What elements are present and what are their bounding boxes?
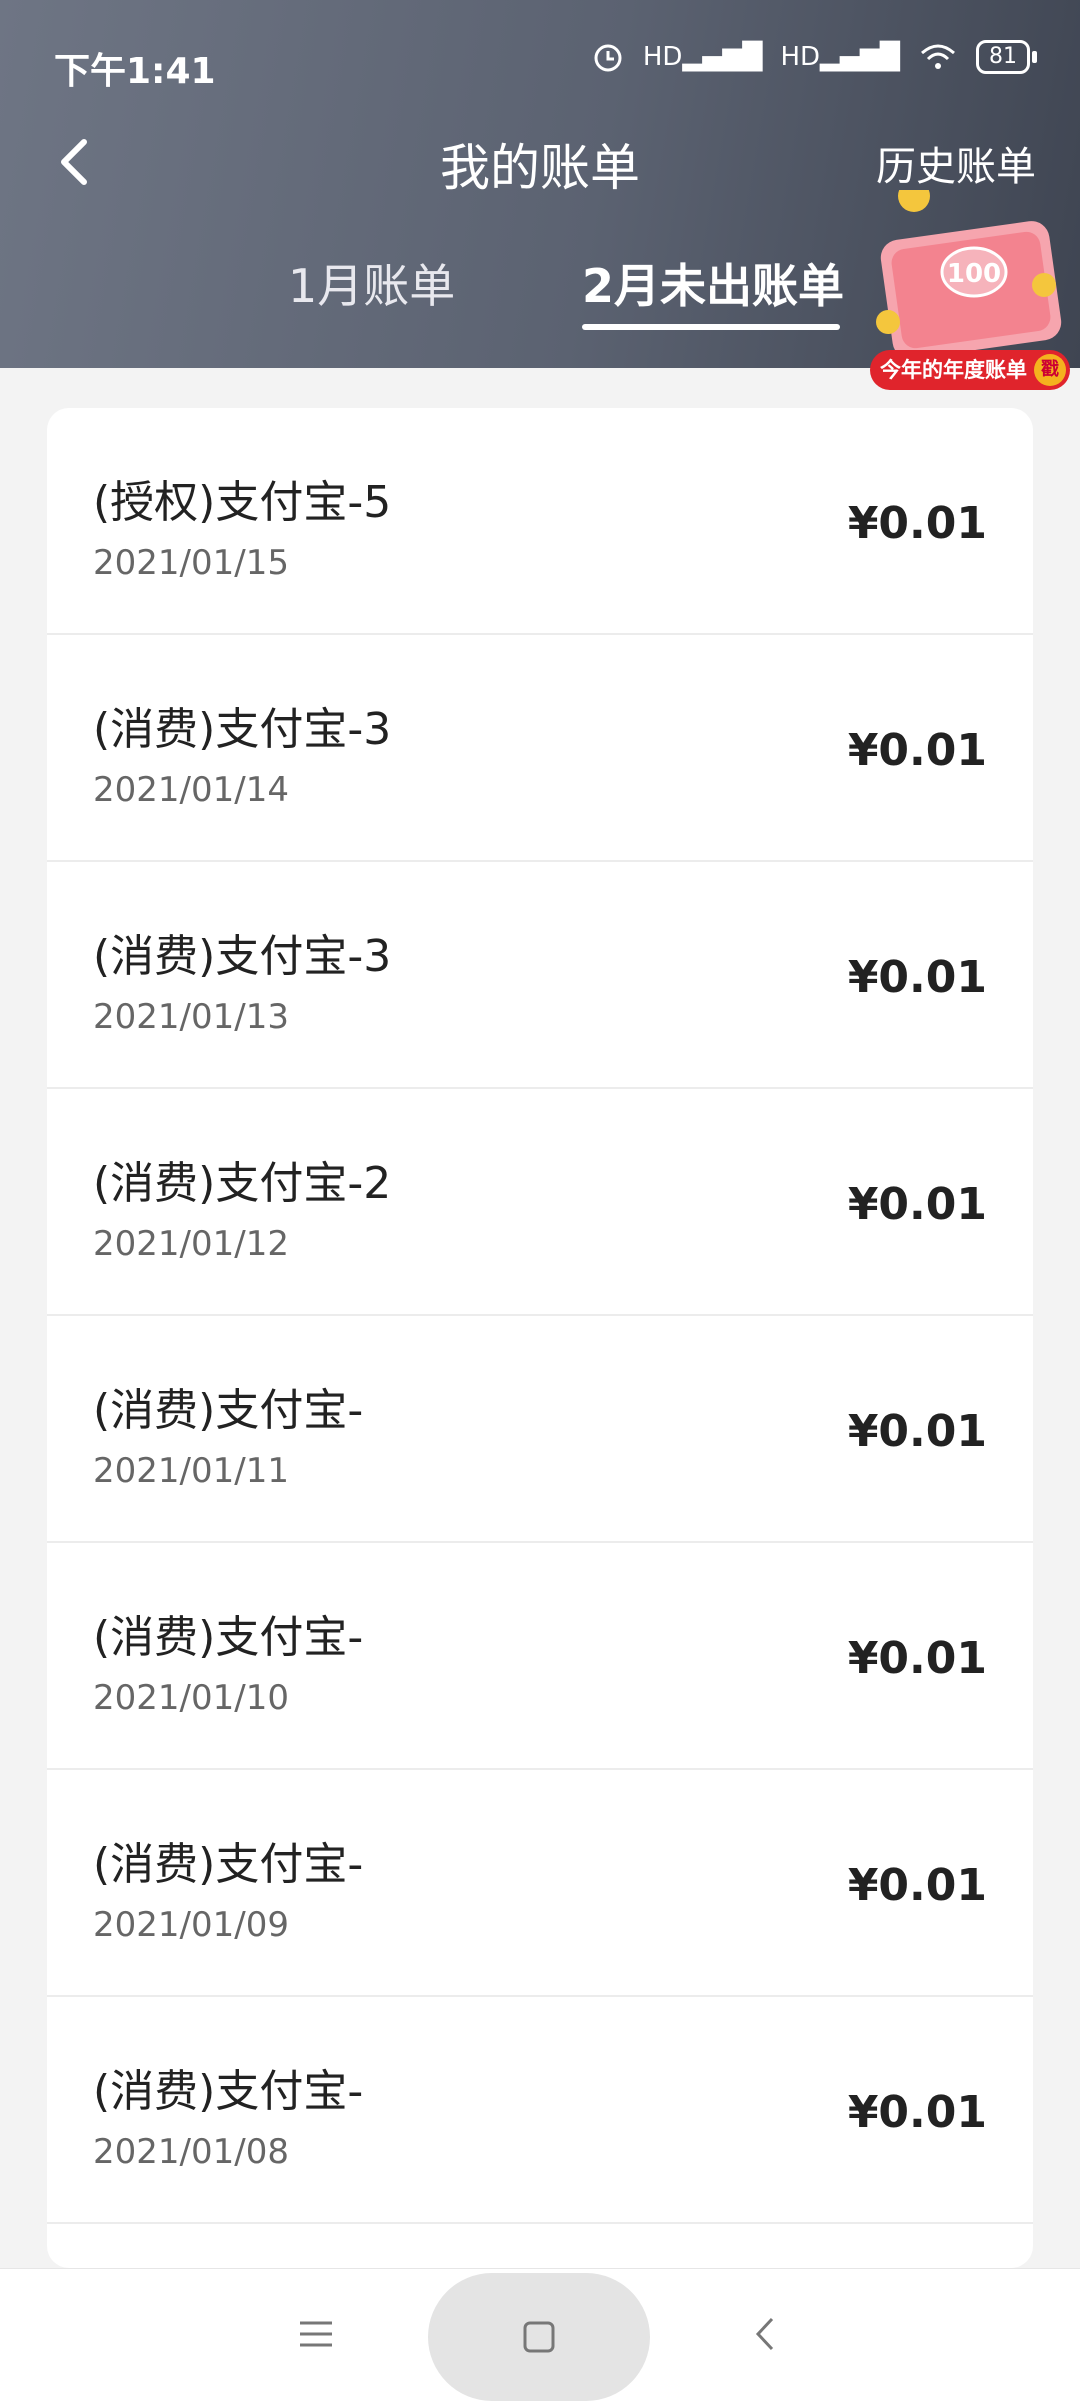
transaction-date: 2021/01/12	[93, 1224, 289, 1264]
transaction-list: (授权)支付宝-5 2021/01/15 ¥0.01 (消费)支付宝-3 202…	[47, 408, 1033, 2268]
tab-january-bill[interactable]: 1月账单	[288, 250, 455, 316]
banner-amount: 100	[947, 259, 1001, 289]
signal-icon: HD▂▄▆█	[642, 42, 763, 72]
transaction-amount: ¥0.01	[847, 725, 987, 776]
signal-hd-label: HD	[642, 42, 683, 72]
signal-icon: HD▂▄▆█	[780, 42, 900, 72]
transaction-amount: ¥0.01	[847, 1860, 987, 1911]
nav-back-icon[interactable]	[736, 2309, 796, 2359]
transaction-row[interactable]: (消费)支付宝- 2021/01/11 ¥0.01	[47, 1316, 1033, 1543]
active-tab-indicator	[582, 324, 840, 330]
battery-indicator: 81	[976, 40, 1037, 74]
menu-icon[interactable]	[286, 2309, 346, 2359]
transaction-title: (消费)支付宝-	[93, 1385, 364, 1436]
annual-bill-poke: 戳	[1034, 354, 1066, 386]
transaction-date: 2021/01/10	[93, 1678, 289, 1718]
transaction-row[interactable]: (消费)支付宝- 2021/01/08 ¥0.01	[47, 1997, 1033, 2224]
transaction-title: (授权)支付宝-5	[93, 477, 392, 528]
transaction-title: (消费)支付宝-	[93, 2066, 364, 2117]
status-time: 下午1:41	[54, 51, 216, 92]
transaction-amount: ¥0.01	[847, 1633, 987, 1684]
transaction-date: 2021/01/08	[93, 2132, 289, 2172]
transaction-amount: ¥0.01	[847, 1179, 987, 1230]
transaction-amount: ¥0.01	[847, 498, 987, 549]
transaction-row[interactable]: (消费)支付宝- 2021/01/10 ¥0.01	[47, 1543, 1033, 1770]
transaction-date: 2021/01/09	[93, 1905, 289, 1945]
wifi-icon	[921, 44, 955, 69]
annual-bill-label: 今年的年度账单	[880, 358, 1027, 382]
alarm-icon	[594, 44, 622, 72]
home-button[interactable]	[428, 2273, 650, 2401]
annual-bill-badge[interactable]: 今年的年度账单 戳	[870, 350, 1070, 390]
transaction-amount: ¥0.01	[847, 1406, 987, 1457]
transaction-row[interactable]: (消费)支付宝-2 2021/01/12 ¥0.01	[47, 1089, 1033, 1316]
transaction-title: (消费)支付宝-	[93, 1612, 364, 1663]
transaction-row[interactable]: (授权)支付宝-5 2021/01/15 ¥0.01	[47, 408, 1033, 635]
transaction-row[interactable]: (消费)支付宝-3 2021/01/13 ¥0.01	[47, 862, 1033, 1089]
transaction-date: 2021/01/15	[93, 543, 289, 583]
transaction-amount: ¥0.01	[847, 952, 987, 1003]
transaction-date: 2021/01/11	[93, 1451, 289, 1491]
transaction-row[interactable]: (消费)支付宝- 2021/01/09 ¥0.01	[47, 1770, 1033, 1997]
transaction-title: (消费)支付宝-2	[93, 1158, 392, 1209]
transaction-title: (消费)支付宝-3	[93, 931, 392, 982]
transaction-title: (消费)支付宝-	[93, 1839, 364, 1890]
transaction-row[interactable]: (消费)支付宝-3 2021/01/14 ¥0.01	[47, 635, 1033, 862]
signal-hd-label: HD	[780, 42, 821, 72]
system-nav-bar	[0, 2268, 1080, 2401]
transaction-date: 2021/01/13	[93, 997, 289, 1037]
status-icons: HD▂▄▆█ HD▂▄▆█ 81	[591, 40, 1037, 74]
tab-february-unbilled[interactable]: 2月未出账单	[582, 250, 844, 316]
history-bills-link[interactable]: 历史账单	[876, 134, 1036, 192]
transaction-amount: ¥0.01	[847, 2087, 987, 2138]
transaction-title: (消费)支付宝-3	[93, 704, 392, 755]
transaction-date: 2021/01/14	[93, 770, 289, 810]
home-square-icon	[523, 2321, 555, 2353]
